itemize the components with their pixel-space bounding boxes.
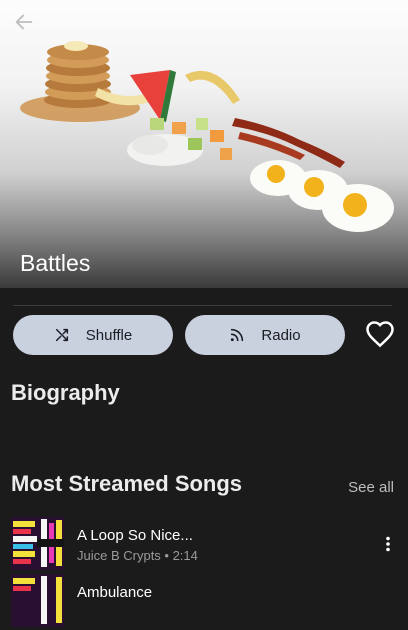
more-vertical-icon [386, 536, 390, 552]
radio-label: Radio [261, 326, 301, 344]
arrow-left-icon [15, 14, 33, 30]
divider [13, 305, 392, 306]
favorite-button[interactable] [362, 319, 398, 351]
song-title: Ambulance [77, 584, 153, 601]
album-art [11, 517, 64, 570]
song-row[interactable]: Ambulance [0, 574, 408, 630]
most-streamed-heading: Most Streamed Songs [11, 471, 243, 496]
song-meta: Juice B Crypts • 2:14 [77, 548, 198, 563]
radio-icon [229, 327, 245, 343]
artist-hero: Battles [0, 0, 408, 288]
artist-name: Battles [20, 250, 91, 276]
song-title: A Loop So Nice... [77, 527, 193, 544]
back-button[interactable] [10, 8, 38, 36]
heart-outline-icon [366, 321, 394, 348]
artist-hero-image [20, 41, 394, 232]
shuffle-icon [54, 327, 70, 343]
shuffle-label: Shuffle [85, 326, 133, 344]
song-row[interactable]: A Loop So Nice... Juice B Crypts • 2:14 [0, 517, 408, 573]
album-art [11, 574, 64, 627]
see-all-link[interactable]: See all [348, 479, 394, 496]
biography-heading: Biography [11, 380, 120, 405]
shuffle-button[interactable]: Shuffle [13, 315, 173, 355]
more-options-button[interactable] [378, 533, 398, 555]
radio-button[interactable]: Radio [185, 315, 345, 355]
